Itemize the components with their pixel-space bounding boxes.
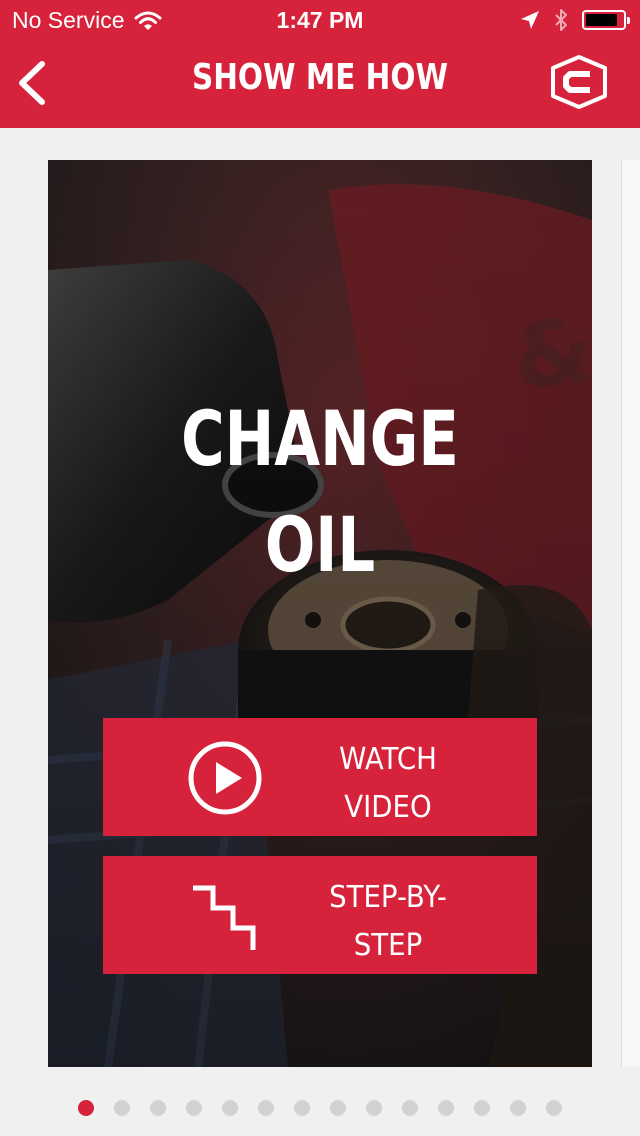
step-by-step-label: STEP-BY- STEP <box>301 874 476 970</box>
brand-shield-logo-icon[interactable] <box>548 54 610 110</box>
location-arrow-icon <box>521 11 539 29</box>
page-dot-10[interactable] <box>402 1100 418 1116</box>
staircase-icon <box>193 885 256 950</box>
tutorial-card[interactable]: & S CHANGE OIL WATCH VIDEO <box>48 160 592 1067</box>
play-circle-icon <box>188 741 262 815</box>
page-dot-5[interactable] <box>222 1100 238 1116</box>
page-dot-2[interactable] <box>114 1100 130 1116</box>
watch-video-button[interactable]: WATCH VIDEO <box>103 718 537 836</box>
title-line-1: CHANGE <box>181 394 459 483</box>
page-indicator <box>0 1100 640 1118</box>
status-bar: No Service 1:47 PM <box>0 0 640 40</box>
next-card-peek[interactable] <box>621 160 640 1067</box>
page-dot-7[interactable] <box>294 1100 310 1116</box>
bluetooth-icon <box>555 9 567 31</box>
watch-video-label: WATCH VIDEO <box>301 736 476 832</box>
tutorial-title: CHANGE OIL <box>108 386 532 598</box>
page-dot-11[interactable] <box>438 1100 454 1116</box>
status-right <box>520 8 630 32</box>
page-dot-6[interactable] <box>258 1100 274 1116</box>
battery-fill <box>586 14 617 26</box>
app-header: No Service 1:47 PM SHOW ME HOW <box>0 0 640 128</box>
back-chevron-icon[interactable] <box>12 58 52 108</box>
step-by-step-line-1: STEP-BY- <box>329 880 447 915</box>
page-dot-9[interactable] <box>366 1100 382 1116</box>
battery-icon <box>582 10 630 30</box>
step-by-step-button[interactable]: STEP-BY- STEP <box>103 856 537 974</box>
watch-video-line-2: VIDEO <box>344 790 432 825</box>
page-dot-8[interactable] <box>330 1100 346 1116</box>
page-dot-4[interactable] <box>186 1100 202 1116</box>
step-by-step-line-2: STEP <box>353 928 423 963</box>
page-dot-1[interactable] <box>78 1100 94 1116</box>
page-dot-14[interactable] <box>546 1100 562 1116</box>
page-dot-13[interactable] <box>510 1100 526 1116</box>
page-title: SHOW ME HOW <box>191 57 449 98</box>
page-dot-3[interactable] <box>150 1100 166 1116</box>
watch-video-line-1: WATCH <box>339 742 437 777</box>
title-line-2: OIL <box>264 500 376 589</box>
page-dot-12[interactable] <box>474 1100 490 1116</box>
